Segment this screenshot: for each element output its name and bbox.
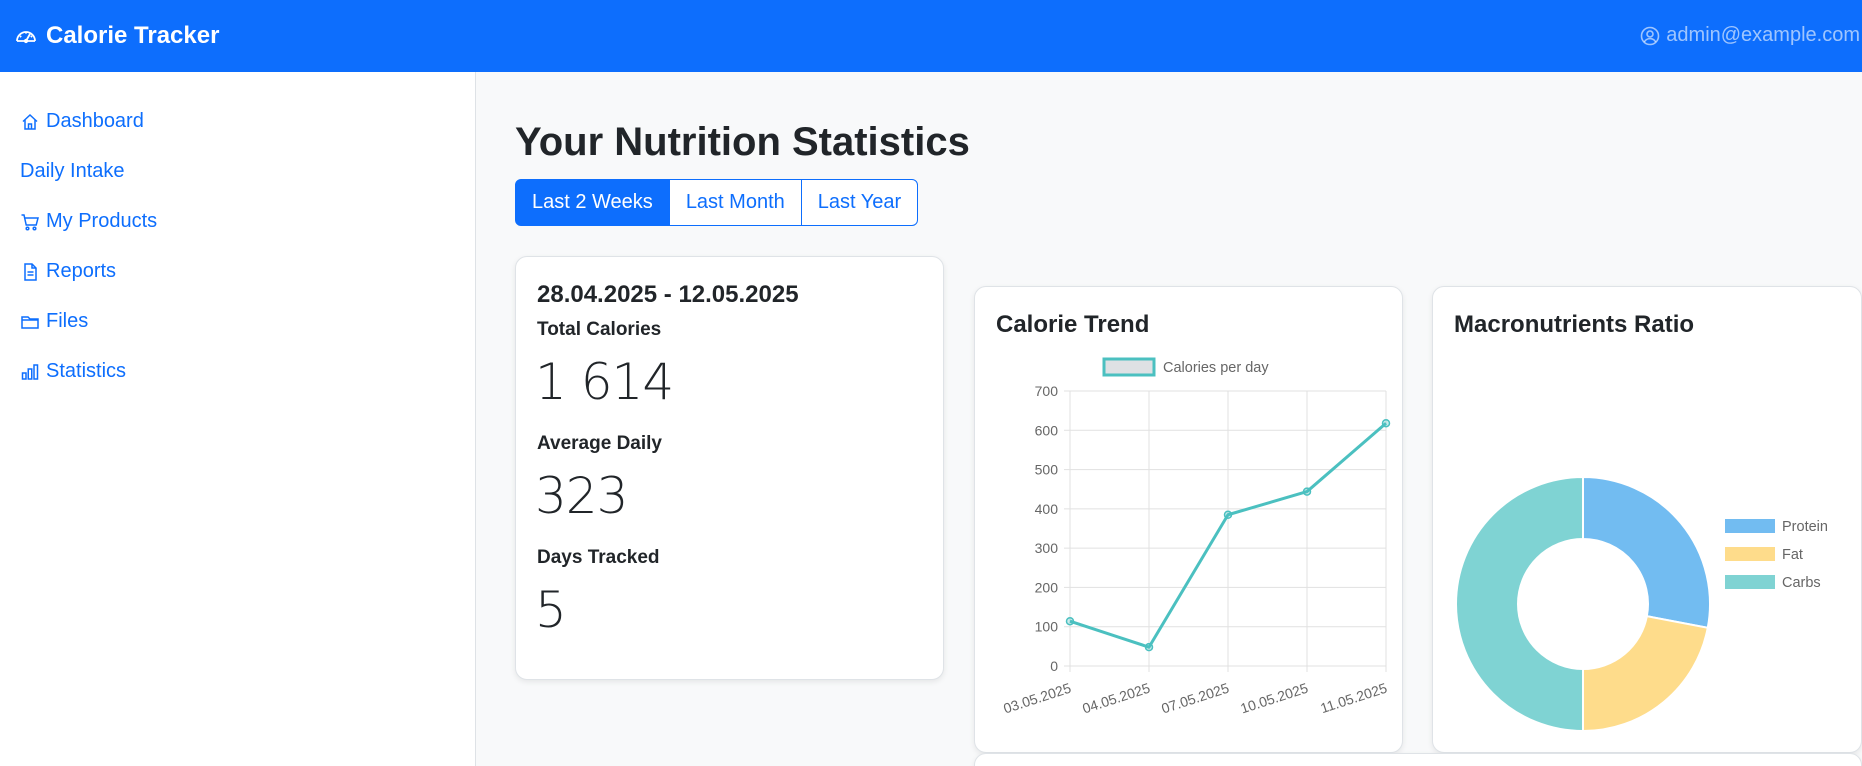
data-point[interactable]	[1065, 616, 1075, 626]
y-tick-label: 300	[1035, 540, 1059, 556]
pie-slice-carbs[interactable]	[1455, 475, 1584, 733]
app-title: Calorie Tracker	[46, 22, 220, 49]
data-point[interactable]	[1302, 487, 1312, 496]
bar-chart-icon	[21, 363, 39, 380]
macronutrients-title: Macronutrients Ratio	[1454, 311, 1695, 338]
legend-swatch	[1102, 357, 1156, 377]
period-button-last-year[interactable]: Last Year	[800, 179, 919, 226]
days-tracked-value: 5	[535, 581, 567, 639]
x-tick-label: 11.05.2025	[1318, 680, 1389, 717]
legend-swatch	[1725, 547, 1775, 561]
sidebar-item-my-products[interactable]: My Products	[20, 210, 157, 233]
y-tick-label: 200	[1035, 579, 1059, 595]
legend-label: Protein	[1782, 519, 1828, 535]
period-selector: Last 2 Weeks Last Month Last Year	[515, 179, 919, 226]
sidebar-item-dashboard[interactable]: Dashboard	[20, 110, 144, 133]
x-tick-label: 03.05.2025	[1001, 680, 1073, 717]
cart-icon	[21, 213, 39, 231]
speedometer-icon	[16, 31, 36, 44]
user-menu[interactable]: admin@example.com	[1640, 24, 1860, 47]
y-tick-label: 700	[1035, 383, 1059, 399]
sidebar-item-label: Daily Intake	[20, 160, 125, 182]
y-tick-label: 600	[1035, 422, 1059, 438]
data-point[interactable]	[1144, 642, 1154, 652]
user-email: admin@example.com	[1666, 24, 1860, 46]
calorie-trend-chart: 0 100 200 300 400 500 600 700 03.05.2025 04.05.2…	[1001, 357, 1391, 717]
chart-legend: Calories per day	[1102, 357, 1269, 377]
x-tick-label: 10.05.2025	[1238, 680, 1310, 717]
sidebar: Dashboard Daily Intake My Products Repor…	[0, 72, 476, 766]
next-card	[974, 753, 1862, 766]
document-icon	[24, 262, 37, 281]
pie-slice-protein[interactable]	[1582, 475, 1711, 629]
calorie-trend-card: Calorie Trend 0 100 200 300 400 500 600 700 03.…	[974, 286, 1403, 753]
legend-label: Calories per day	[1163, 360, 1269, 376]
data-point[interactable]	[1381, 418, 1391, 428]
legend-label: Fat	[1782, 547, 1803, 563]
average-daily-value: 323	[535, 467, 628, 525]
sidebar-item-label: Dashboard	[46, 110, 144, 132]
data-point[interactable]	[1223, 510, 1233, 519]
period-button-last-month[interactable]: Last Month	[668, 179, 802, 226]
pie-slice-fat[interactable]	[1582, 615, 1709, 733]
app-brand[interactable]: Calorie Tracker	[14, 22, 219, 50]
macronutrients-chart: Protein Fat Carbs	[1455, 475, 1828, 733]
sidebar-item-daily-intake[interactable]: Daily Intake	[20, 160, 125, 183]
total-calories-value: 1 614	[535, 353, 674, 411]
y-tick-label: 0	[1050, 658, 1058, 674]
sidebar-item-label: Statistics	[46, 360, 127, 382]
legend-label: Carbs	[1782, 575, 1821, 591]
x-tick-label: 07.05.2025	[1159, 680, 1231, 717]
average-daily-label: Average Daily	[537, 433, 662, 454]
legend-swatch	[1725, 575, 1775, 589]
summary-card: 28.04.2025 - 12.05.2025 Total Calories 1…	[515, 256, 944, 680]
sidebar-item-label: Files	[46, 310, 89, 332]
y-tick-label: 500	[1035, 462, 1059, 478]
y-tick-label: 100	[1035, 619, 1059, 635]
top-navbar: Calorie Tracker admin@example.com	[0, 0, 1862, 72]
y-tick-label: 400	[1035, 501, 1059, 517]
date-range: 28.04.2025 - 12.05.2025	[537, 281, 799, 308]
user-circle-icon	[1640, 26, 1660, 45]
sidebar-item-label: My Products	[46, 210, 158, 232]
sidebar-item-files[interactable]: Files	[20, 310, 88, 333]
house-icon	[22, 113, 38, 130]
total-calories-label: Total Calories	[537, 319, 662, 340]
calorie-trend-title: Calorie Trend	[996, 311, 1150, 338]
x-tick-label: 04.05.2025	[1080, 680, 1152, 717]
sidebar-item-statistics[interactable]: Statistics	[20, 360, 126, 383]
sidebar-item-reports[interactable]: Reports	[20, 260, 116, 283]
folder-icon	[21, 315, 39, 329]
period-button-last-2-weeks[interactable]: Last 2 Weeks	[515, 179, 670, 226]
page-title: Your Nutrition Statistics	[515, 120, 970, 164]
days-tracked-label: Days Tracked	[537, 547, 660, 568]
legend-swatch	[1725, 519, 1775, 533]
macronutrients-card: Macronutrients Ratio Protein Fat Carbs	[1432, 286, 1862, 753]
sidebar-item-label: Reports	[46, 260, 117, 282]
